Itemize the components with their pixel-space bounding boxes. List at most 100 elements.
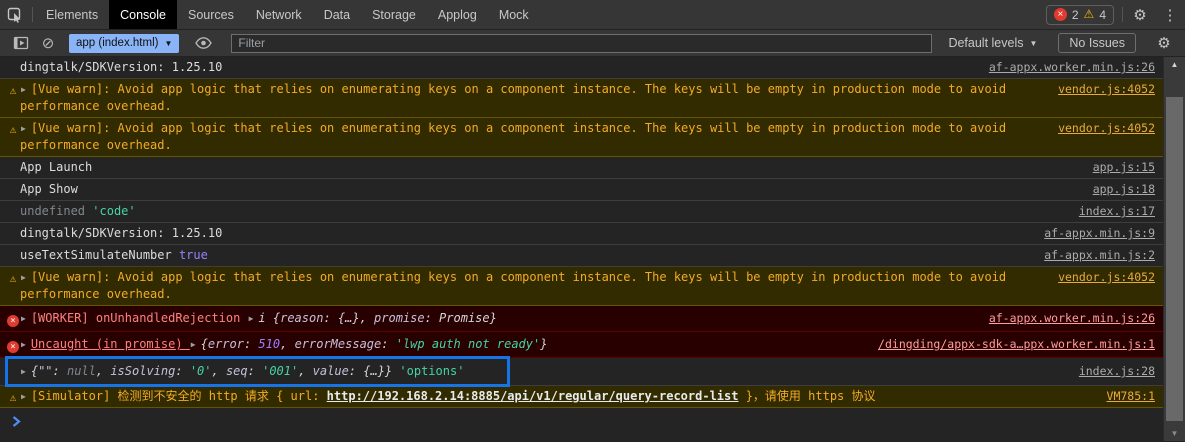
source-location-link[interactable]: index.js:17 — [1079, 203, 1155, 220]
source-location-link[interactable]: af-appx.worker.min.js:26 — [989, 310, 1155, 327]
message-fragment: isSolving — [110, 364, 175, 378]
message-fragment: null — [67, 364, 96, 378]
source-location-link[interactable]: index.js:28 — [1079, 363, 1155, 380]
error-count: 2 — [1072, 8, 1079, 22]
console-message-text: ▶[Vue warn]: Avoid app logic that relies… — [20, 269, 1044, 303]
console-message-row: ×▶[WORKER] onUnhandledRejection ▶i {reas… — [0, 306, 1163, 332]
message-fragment: : — [381, 337, 395, 351]
message-fragment: Uncaught (in promise) — [31, 337, 190, 351]
expand-arrow-icon[interactable]: ▶ — [21, 336, 26, 353]
message-fragment: { — [201, 337, 208, 351]
tab-sources[interactable]: Sources — [177, 0, 245, 29]
vertical-scrollbar[interactable]: ▲ ▼ — [1163, 57, 1185, 441]
console-prompt[interactable] — [0, 408, 1163, 441]
source-location-link[interactable]: vendor.js:4052 — [1058, 269, 1155, 286]
execution-context-selector[interactable]: app (index.html) ▼ — [69, 34, 179, 53]
no-issues-button[interactable]: No Issues — [1058, 33, 1136, 53]
expand-arrow-icon[interactable]: ▶ — [191, 336, 196, 353]
settings-gear-icon[interactable]: ⚙ — [1125, 0, 1155, 29]
message-fragment: value — [313, 364, 349, 378]
console-message-text: useTextSimulateNumber true — [20, 247, 1030, 264]
source-location-link[interactable]: app.js:15 — [1093, 159, 1155, 176]
source-location-link[interactable]: app.js:18 — [1093, 181, 1155, 198]
message-fragment: promise — [374, 311, 425, 325]
message-fragment: reason — [280, 311, 323, 325]
message-fragment: performance overhead. — [20, 287, 172, 301]
message-fragment: App Launch — [20, 160, 92, 174]
scrollbar-thumb[interactable] — [1166, 97, 1183, 421]
expand-arrow-icon[interactable]: ▶ — [21, 388, 26, 405]
log-levels-dropdown[interactable]: Default levels ▼ — [940, 36, 1045, 50]
message-fragment: "" — [38, 364, 52, 378]
prompt-chevron-icon — [12, 416, 21, 430]
message-fragment: '0' — [190, 364, 212, 378]
error-icon-glyph: × — [7, 315, 19, 327]
tab-elements[interactable]: Elements — [35, 0, 109, 29]
errors-warnings-badge[interactable]: × 2 ⚠ 4 — [1046, 5, 1114, 25]
expand-arrow-icon[interactable]: ▶ — [21, 81, 26, 98]
message-fragment: 'lwp auth not ready' — [396, 337, 541, 351]
console-message-row: ⚠▶[Vue warn]: Avoid app logic that relie… — [0, 118, 1163, 157]
message-fragment: : {…}} — [349, 364, 392, 378]
tab-console[interactable]: Console — [109, 0, 177, 29]
expand-arrow-icon[interactable]: ▶ — [21, 269, 26, 286]
more-options-icon[interactable]: ⋮ — [1155, 0, 1185, 29]
levels-label: Default levels — [948, 36, 1023, 50]
devtools-tab-bar: Elements Console Sources Network Data St… — [0, 0, 1185, 30]
source-location-link[interactable]: af-appx.min.js:2 — [1044, 247, 1155, 264]
filter-input[interactable] — [231, 34, 932, 53]
divider — [32, 7, 33, 22]
message-fragment: [Vue warn]: Avoid app logic that relies … — [31, 82, 1006, 96]
chevron-down-icon: ▼ — [1029, 39, 1037, 48]
source-location-link[interactable]: af-appx.worker.min.js:26 — [989, 59, 1155, 76]
console-message-row: ▶{"": null, isSolving: '0', seq: '001', … — [0, 358, 1163, 386]
message-fragment: undefined — [20, 204, 85, 218]
message-fragment: error — [208, 337, 244, 351]
console-message-row: App Launch app.js:15 — [0, 157, 1163, 179]
tab-network[interactable]: Network — [245, 0, 313, 29]
warning-icon: ⚠ — [6, 82, 20, 99]
message-fragment: [Vue warn]: Avoid app logic that relies … — [31, 121, 1006, 135]
source-location-link[interactable]: vendor.js:4052 — [1058, 81, 1155, 98]
tab-mock[interactable]: Mock — [488, 0, 540, 29]
source-location-link[interactable]: VM785:1 — [1107, 388, 1155, 405]
clear-console-icon[interactable]: ⊘ — [36, 34, 60, 52]
source-location-link[interactable]: vendor.js:4052 — [1058, 120, 1155, 137]
console-message-text: undefined 'code' — [20, 203, 1065, 220]
scroll-down-arrow-icon[interactable]: ▼ — [1164, 429, 1185, 438]
source-location-link[interactable]: /dingding/appx-sdk-a…ppx.worker.min.js:1 — [878, 336, 1155, 353]
warning-badge-icon: ⚠ — [1084, 8, 1095, 21]
inline-url-link[interactable]: http://192.168.2.14:8885/api/v1/regular/… — [327, 389, 739, 403]
error-icon: × — [6, 337, 20, 354]
console-message-text: ▶ [Vue warn]: Avoid app logic that relies… — [20, 120, 1044, 154]
error-icon-glyph: × — [7, 341, 19, 353]
live-expression-eye-icon[interactable] — [188, 37, 218, 49]
expand-arrow-icon[interactable]: ▶ — [21, 310, 26, 327]
expand-arrow-icon[interactable]: ▶ — [21, 363, 26, 380]
tab-storage[interactable]: Storage — [361, 0, 427, 29]
message-fragment: , — [96, 364, 110, 378]
tab-data[interactable]: Data — [313, 0, 361, 29]
console-main: dingtalk/SDKVersion: 1.25.10 af-appx.work… — [0, 57, 1185, 441]
console-message-row: ⚠▶ [Vue warn]: Avoid app logic that relie… — [0, 79, 1163, 118]
message-fragment: : {…}, — [323, 311, 374, 325]
message-fragment: , — [212, 364, 226, 378]
expand-arrow-icon[interactable]: ▶ — [249, 310, 254, 327]
console-message-row: useTextSimulateNumber true af-appx.min.js… — [0, 245, 1163, 267]
tab-applog[interactable]: Applog — [427, 0, 488, 29]
console-message-text: ▶[Simulator] 检测到不安全的 http 请求 { url: http… — [20, 388, 1093, 405]
source-location-link[interactable]: af-appx.min.js:9 — [1044, 225, 1155, 242]
error-icon: × — [6, 311, 20, 328]
message-fragment: }，请使用 https 协议 — [738, 389, 875, 403]
scroll-up-arrow-icon[interactable]: ▲ — [1164, 60, 1185, 69]
devtools-window: Elements Console Sources Network Data St… — [0, 0, 1185, 442]
inspect-element-icon[interactable] — [0, 0, 30, 29]
expand-arrow-icon[interactable]: ▶ — [21, 120, 26, 137]
context-label: app (index.html) — [76, 37, 158, 49]
console-sidebar-icon[interactable] — [6, 35, 36, 51]
console-settings-gear-icon[interactable]: ⚙ — [1149, 34, 1179, 52]
warning-count: 4 — [1099, 8, 1106, 22]
message-fragment: dingtalk/SDKVersion: 1.25.10 — [20, 226, 222, 240]
message-fragment: { — [31, 364, 38, 378]
message-fragment: 'code' — [92, 204, 135, 218]
